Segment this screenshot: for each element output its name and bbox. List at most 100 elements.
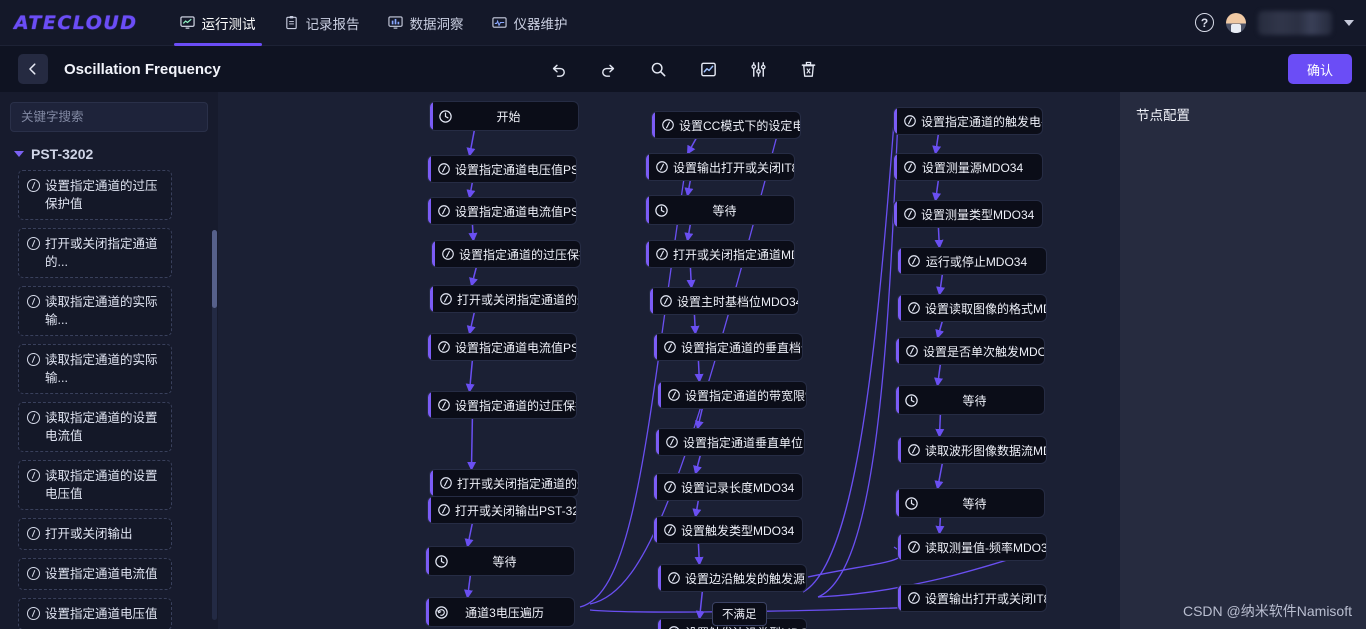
info-icon	[654, 247, 669, 262]
chart-image-icon	[700, 62, 716, 76]
flow-node[interactable]: 设置指定通道垂直单位MDO34	[656, 429, 804, 455]
flow-node[interactable]: 设置输出打开或关闭IT8511A	[898, 585, 1046, 611]
library-item[interactable]: 读取指定通道的设置电流值	[18, 402, 172, 452]
flow-node[interactable]: 设置指定通道电流值PST-3202	[428, 334, 576, 360]
undo-button[interactable]	[547, 58, 569, 80]
library-item[interactable]: 设置指定通道的过压保护值	[18, 170, 172, 220]
flow-node[interactable]: 设置指定通道的带宽限制MDO34	[658, 382, 806, 408]
avatar[interactable]	[1226, 12, 1246, 33]
nav-item-record-report[interactable]: 记录报告	[270, 0, 374, 46]
delete-button[interactable]	[797, 58, 819, 80]
flow-node[interactable]: 设置读取图像的格式MDO34	[898, 295, 1046, 321]
flow-node[interactable]: 打开或关闭指定通道MDO34	[646, 241, 794, 267]
library-item[interactable]: 打开或关闭输出	[18, 518, 172, 550]
search-input[interactable]	[10, 102, 208, 132]
undo-icon	[552, 64, 565, 77]
flow-node-label: 设置主时基档位MDO34	[677, 294, 798, 309]
nav-item-data-insight[interactable]: 数据洞察	[374, 0, 478, 46]
clock-icon	[438, 109, 453, 124]
flow-node[interactable]: 设置主时基档位MDO34	[650, 288, 798, 314]
flow-node[interactable]: 读取测量值-频率MDO34	[898, 534, 1046, 560]
flow-node[interactable]: 开始	[430, 102, 578, 130]
flow-canvas[interactable]: 开始设置指定通道电压值PST-3202 设置指定通道电流值PST-3202 设置指定…	[218, 92, 1120, 629]
info-icon	[906, 591, 921, 606]
flow-node[interactable]: 设置边沿触发的触发源MDO34	[658, 565, 806, 591]
flow-node[interactable]: 设置指定通道的过压保护值PST-3202	[432, 241, 580, 267]
info-icon	[662, 523, 677, 538]
flow-node[interactable]: 设置CC模式下的设定电流IT8511A	[652, 112, 800, 138]
nav-item-instrument-maintenance[interactable]: 仪器维护	[478, 0, 582, 46]
sidebar-scrollbar[interactable]	[212, 230, 217, 620]
settings-button[interactable]	[747, 58, 769, 80]
library-item[interactable]: 读取指定通道的实际输...	[18, 286, 172, 336]
flow-node[interactable]: 等待	[896, 386, 1044, 414]
info-icon	[27, 469, 40, 482]
redo-button[interactable]	[597, 58, 619, 80]
flow-node-label: 打开或关闭指定通道的过流保护PST	[457, 476, 578, 491]
app-logo[interactable]: ATECLOUD	[14, 12, 138, 34]
flow-node[interactable]: 设置指定通道的触发电平MDO34	[894, 108, 1042, 134]
flow-node[interactable]: 设置指定通道的过压保护值PST-3202	[428, 392, 576, 418]
chevron-down-icon[interactable]	[1344, 19, 1354, 26]
info-icon	[904, 344, 919, 359]
nav-item-run-test[interactable]: 运行测试	[166, 0, 270, 46]
top-navigation-bar: ATECLOUD 运行测试 记录报告 数据洞察 仪器维护 ?	[0, 0, 1366, 46]
info-icon	[27, 527, 40, 540]
flow-node[interactable]: 设置输出打开或关闭IT8511A	[646, 154, 794, 180]
library-item-label: 打开或关闭输出	[45, 527, 133, 541]
flow-node[interactable]: 通道3电压遍历	[426, 598, 574, 626]
flow-node[interactable]: 设置记录长度MDO34	[654, 474, 802, 500]
library-item[interactable]: 打开或关闭指定通道的...	[18, 228, 172, 278]
flow-node-label: 设置指定通道电压值PST-3202	[455, 162, 576, 177]
flow-node[interactable]: 等待	[896, 489, 1044, 517]
info-icon	[436, 340, 451, 355]
flow-node[interactable]: 打开或关闭输出PST-3202	[428, 497, 576, 523]
clock-icon	[434, 554, 449, 569]
info-icon	[438, 476, 453, 491]
flow-node[interactable]: 读取波形图像数据流MDO34	[898, 437, 1046, 463]
library-item-label: 设置指定通道电压值	[45, 607, 158, 621]
flow-node[interactable]: 运行或停止MDO34	[898, 248, 1046, 274]
library-item-label: 设置指定通道的过压保护值	[45, 179, 158, 211]
flow-node[interactable]: 打开或关闭指定通道的过流保护PST	[430, 470, 578, 496]
flow-node-label: 设置测量源MDO34	[921, 160, 1024, 175]
library-item[interactable]: 读取指定通道的设置电压值	[18, 460, 172, 510]
info-icon	[27, 567, 40, 580]
flow-node[interactable]: 设置指定通道的垂直档位MDO34	[654, 334, 802, 360]
flow-node[interactable]: 设置触发类型MDO34	[654, 517, 802, 543]
flow-node[interactable]: 设置测量类型MDO34	[894, 201, 1042, 227]
search-button[interactable]	[647, 58, 669, 80]
back-button[interactable]	[18, 54, 48, 84]
flow-node-label: 等待	[492, 554, 517, 569]
flow-node-label: 打开或关闭指定通道MDO34	[673, 247, 794, 262]
info-icon	[438, 292, 453, 307]
sidebar-group-pst-3202[interactable]: PST-3202	[14, 146, 208, 162]
library-item[interactable]: 读取指定通道的实际输...	[18, 344, 172, 394]
flow-node[interactable]: 设置指定通道电压值PST-3202	[428, 156, 576, 182]
clock-icon	[654, 203, 669, 218]
info-icon	[662, 340, 677, 355]
confirm-button[interactable]: 确认	[1288, 54, 1352, 84]
flow-node[interactable]: 等待	[426, 547, 574, 575]
info-icon	[902, 160, 917, 175]
library-item[interactable]: 设置指定通道电流值	[18, 558, 172, 590]
library-item[interactable]: 设置指定通道电压值	[18, 598, 172, 629]
info-icon	[658, 294, 673, 309]
flow-node[interactable]: 打开或关闭指定通道的过流保护PST	[430, 286, 578, 312]
flow-node-label: 通道3电压遍历	[465, 605, 544, 620]
info-icon	[436, 162, 451, 177]
help-icon[interactable]: ?	[1195, 13, 1214, 32]
bar-chart-icon	[387, 15, 403, 30]
flow-node[interactable]: 设置指定通道电流值PST-3202	[428, 198, 576, 224]
flow-node-label: 设置触发类型MDO34	[681, 523, 795, 538]
flow-node-label: 设置指定通道的过压保护值PST-3202	[455, 398, 576, 413]
flow-node[interactable]: 等待	[646, 196, 794, 224]
flow-node[interactable]: 设置是否单次触发MDO34	[896, 338, 1044, 364]
sidebar-scrollbar-thumb[interactable]	[212, 230, 217, 308]
flow-node-label: 设置是否单次触发MDO34	[923, 344, 1044, 359]
flow-node[interactable]: 设置测量源MDO34	[894, 154, 1042, 180]
watermark: CSDN @纳米软件Namisoft	[1182, 603, 1352, 619]
page-toolbar: Oscillation Frequency 确认	[0, 46, 1366, 92]
info-icon	[666, 571, 681, 586]
image-button[interactable]	[697, 58, 719, 80]
